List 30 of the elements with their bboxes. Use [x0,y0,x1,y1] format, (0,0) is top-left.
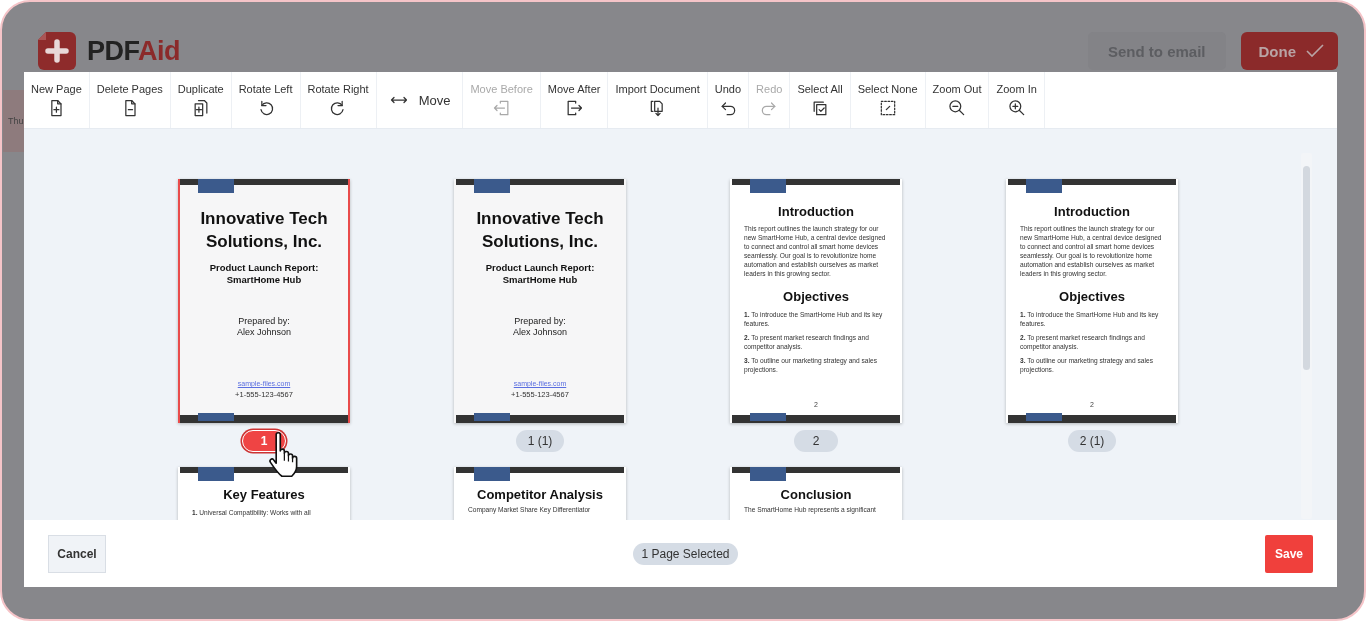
section-heading: Introduction [1054,204,1130,219]
section-heading: Introduction [778,204,854,219]
zoom-in-icon [1006,97,1027,118]
section-heading: Key Features [223,487,305,502]
page-title: Innovative Tech Solutions, Inc. [475,208,605,253]
section-heading: Objectives [1059,289,1125,304]
page-title: Innovative Tech Solutions, Inc. [199,208,329,253]
section-heading: Conclusion [780,487,852,502]
author-name: Alex Johnson [512,327,567,337]
page-number-badge[interactable]: 2 (1) [1067,430,1117,452]
page-subtitle: Product Launch Report: SmartHome Hub [208,262,320,286]
page-subtitle: Product Launch Report: SmartHome Hub [484,262,596,286]
zoom-out-icon [947,97,967,118]
selection-status: 1 Page Selected [633,542,738,565]
cancel-button[interactable]: Cancel [48,534,106,573]
save-button[interactable]: Save [1265,534,1313,573]
section-heading: Objectives [783,289,849,304]
logo-icon [38,32,76,70]
page-thumbnail[interactable] [730,179,902,423]
section-heading: Competitor Analysis [477,487,603,502]
page-thumbnail[interactable] [1006,179,1178,423]
prepared-by-label: Prepared by: [238,316,290,326]
author-name: Alex Johnson [236,327,291,337]
prepared-by-label: Prepared by: [514,316,566,326]
page-number-badge[interactable]: 1 (1) [515,430,565,452]
logo-text: PDFAid [87,35,180,67]
page-number-badge[interactable]: 2 [794,430,838,452]
check-icon [1306,44,1324,58]
scrollbar[interactable] [1301,153,1312,519]
done-button[interactable]: Done [1240,32,1338,70]
